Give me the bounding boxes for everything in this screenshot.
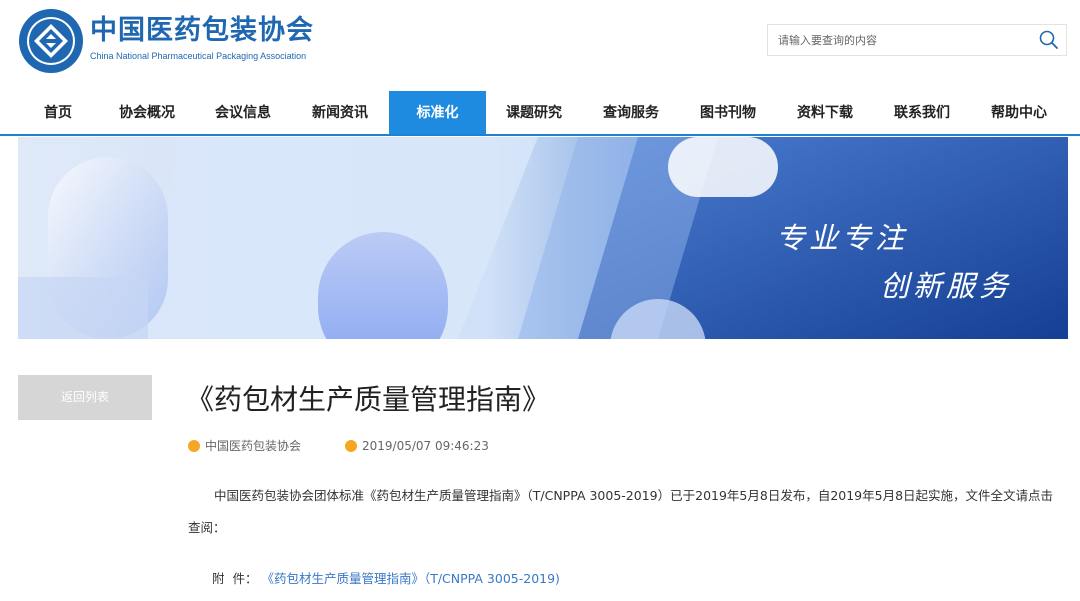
- nav-item-help[interactable]: 帮助中心: [971, 91, 1067, 135]
- hero-banner: 专业专注 创新服务: [18, 137, 1068, 339]
- nav-item-research[interactable]: 课题研究: [486, 91, 582, 135]
- nav-item-publications[interactable]: 图书刊物: [680, 91, 776, 135]
- nav-divider: [0, 134, 1080, 136]
- source-pencil-icon: [188, 440, 200, 452]
- nav-item-home[interactable]: 首页: [15, 91, 101, 135]
- nav-item-standardization[interactable]: 标准化: [389, 91, 486, 135]
- banner-background: [18, 137, 1068, 339]
- banner-slogan-1: 专业专注: [776, 221, 909, 255]
- search-icon[interactable]: [1038, 29, 1060, 51]
- association-logo-icon[interactable]: [18, 8, 84, 74]
- article-body: 中国医药包装协会团体标准《药包材生产质量管理指南》（T/CNPPA 3005-2…: [188, 488, 1054, 535]
- nav-item-news[interactable]: 新闻资讯: [292, 91, 388, 135]
- nav-item-meetings[interactable]: 会议信息: [195, 91, 291, 135]
- back-to-list-button[interactable]: 返回列表: [18, 375, 152, 420]
- banner-slogan-2: 创新服务: [880, 269, 1013, 303]
- site-header: 中国医药包装协会 China National Pharmaceutical P…: [0, 0, 1080, 90]
- article-source-text: 中国医药包装协会: [205, 439, 302, 453]
- nav-item-query-service[interactable]: 查询服务: [583, 91, 679, 135]
- main-nav: 首页 协会概况 会议信息 新闻资讯 标准化 课题研究 查询服务 图书刊物 资料下…: [0, 91, 1080, 135]
- article-date: 2019/05/07 09:46:23: [345, 438, 489, 454]
- search-box: [767, 24, 1067, 56]
- brand-name-cn[interactable]: 中国医药包装协会: [90, 14, 314, 48]
- nav-item-contact[interactable]: 联系我们: [874, 91, 970, 135]
- nav-item-about[interactable]: 协会概况: [101, 91, 193, 135]
- nav-item-downloads[interactable]: 资料下载: [777, 91, 873, 135]
- attachment-row: 附 件： 《药包材生产质量管理指南》（T/CNPPA 3005-2019): [212, 570, 560, 588]
- article-source: 中国医药包装协会: [188, 438, 301, 454]
- attachment-label: 附 件：: [212, 571, 258, 586]
- clock-icon: [345, 440, 357, 452]
- brand-name-en: China National Pharmaceutical Packaging …: [90, 51, 307, 61]
- article-title: 《药包材生产质量管理指南》: [186, 383, 551, 416]
- attachment-link[interactable]: 《药包材生产质量管理指南》（T/CNPPA 3005-2019): [261, 571, 560, 586]
- article-date-text: 2019/05/07 09:46:23: [362, 439, 489, 453]
- search-input[interactable]: [768, 25, 1030, 55]
